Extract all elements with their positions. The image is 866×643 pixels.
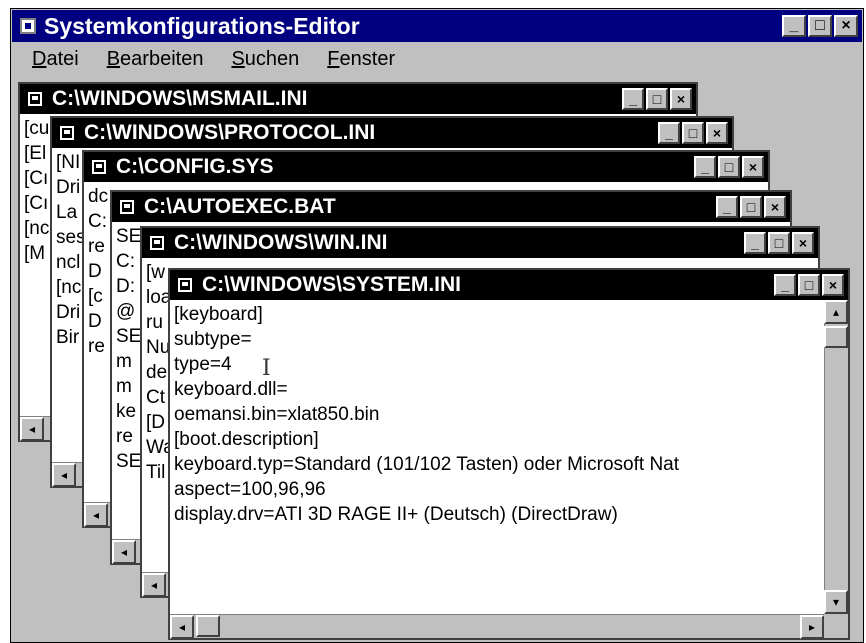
window-titlebar[interactable]: C:\AUTOEXEC.BAT _ □ × bbox=[112, 192, 790, 222]
minimize-button[interactable]: _ bbox=[716, 196, 738, 218]
window-title: C:\CONFIG.SYS bbox=[116, 155, 274, 178]
menubar: Datei Bearbeiten Suchen Fenster bbox=[12, 44, 862, 74]
window-title: C:\WINDOWS\MSMAIL.INI bbox=[52, 87, 308, 110]
window-controls: _ □ × bbox=[714, 196, 786, 218]
close-button[interactable]: × bbox=[822, 274, 844, 296]
app-title: Systemkonfigurations-Editor bbox=[44, 12, 360, 39]
window-controls: _ □ × bbox=[772, 274, 844, 296]
text-line: keyboard.typ=Standard (101/102 Tasten) o… bbox=[174, 454, 680, 475]
window-controls: _ □ × bbox=[656, 122, 728, 144]
close-button[interactable]: × bbox=[706, 122, 728, 144]
app-system-menu-icon[interactable] bbox=[20, 18, 36, 34]
text-line: display.drv=ATI 3D RAGE II+ (Deutsch) (D… bbox=[174, 504, 618, 525]
minimize-button[interactable]: _ bbox=[694, 156, 716, 178]
text-line: aspect=100,96,96 bbox=[174, 479, 326, 500]
window-text-area[interactable]: [keyboard] subtype= type=4 keyboard.dll=… bbox=[170, 300, 824, 614]
scroll-left-button[interactable]: ◂ bbox=[170, 615, 194, 639]
close-button[interactable]: × bbox=[792, 232, 814, 254]
menu-bearbeiten[interactable]: Bearbeiten bbox=[107, 48, 204, 71]
menu-datei[interactable]: Datei bbox=[32, 48, 79, 71]
minimize-button[interactable]: _ bbox=[774, 274, 796, 296]
maximize-button[interactable]: □ bbox=[682, 122, 704, 144]
window-titlebar[interactable]: C:\WINDOWS\MSMAIL.INI _ □ × bbox=[20, 84, 696, 114]
document-icon[interactable] bbox=[178, 278, 192, 292]
text-line: subtype= bbox=[174, 329, 252, 350]
app-titlebar[interactable]: Systemkonfigurations-Editor _ □ × bbox=[12, 10, 862, 42]
window-controls: _ □ × bbox=[692, 156, 764, 178]
window-controls: _ □ × bbox=[742, 232, 814, 254]
app-window-controls: _ □ × bbox=[780, 15, 858, 37]
scroll-left-button[interactable]: ◂ bbox=[20, 417, 44, 441]
app-maximize-button[interactable]: □ bbox=[808, 15, 832, 37]
scroll-left-button[interactable]: ◂ bbox=[84, 503, 108, 527]
vertical-scroll-thumb[interactable] bbox=[824, 326, 848, 348]
window-title: C:\WINDOWS\SYSTEM.INI bbox=[202, 273, 461, 296]
window-title: C:\WINDOWS\PROTOCOL.INI bbox=[84, 121, 376, 144]
close-button[interactable]: × bbox=[742, 156, 764, 178]
text-line: oemansi.bin=xlat850.bin bbox=[174, 404, 380, 425]
vertical-scrollbar[interactable]: ▴ ▾ bbox=[824, 300, 848, 614]
scroll-left-button[interactable]: ◂ bbox=[112, 540, 136, 564]
document-icon[interactable] bbox=[150, 236, 164, 250]
document-icon[interactable] bbox=[92, 160, 106, 174]
maximize-button[interactable]: □ bbox=[768, 232, 790, 254]
text-cursor-icon: I bbox=[262, 356, 271, 381]
window-title: C:\AUTOEXEC.BAT bbox=[144, 195, 336, 218]
text-line: type=4 bbox=[174, 354, 232, 375]
resize-grip[interactable] bbox=[824, 614, 848, 638]
close-button[interactable]: × bbox=[670, 88, 692, 110]
maximize-button[interactable]: □ bbox=[718, 156, 740, 178]
minimize-button[interactable]: _ bbox=[622, 88, 644, 110]
scroll-left-button[interactable]: ◂ bbox=[52, 463, 76, 487]
window-titlebar[interactable]: C:\CONFIG.SYS _ □ × bbox=[84, 152, 768, 182]
text-line: [keyboard] bbox=[174, 304, 263, 325]
horizontal-scroll-thumb[interactable] bbox=[196, 615, 220, 637]
text-line: [boot.description] bbox=[174, 429, 319, 450]
window-title: C:\WINDOWS\WIN.INI bbox=[174, 231, 388, 254]
document-icon[interactable] bbox=[28, 92, 42, 106]
scroll-right-button[interactable]: ▸ bbox=[800, 615, 824, 639]
menu-suchen[interactable]: Suchen bbox=[231, 48, 299, 71]
close-button[interactable]: × bbox=[764, 196, 786, 218]
window-system-ini[interactable]: C:\WINDOWS\SYSTEM.INI _ □ × [keyboard] s… bbox=[168, 268, 850, 640]
window-titlebar[interactable]: C:\WINDOWS\WIN.INI _ □ × bbox=[142, 228, 818, 258]
maximize-button[interactable]: □ bbox=[798, 274, 820, 296]
window-titlebar[interactable]: C:\WINDOWS\SYSTEM.INI _ □ × bbox=[170, 270, 848, 300]
minimize-button[interactable]: _ bbox=[658, 122, 680, 144]
menu-fenster[interactable]: Fenster bbox=[327, 48, 395, 71]
scroll-up-button[interactable]: ▴ bbox=[824, 300, 848, 324]
document-icon[interactable] bbox=[60, 126, 74, 140]
window-controls: _ □ × bbox=[620, 88, 692, 110]
maximize-button[interactable]: □ bbox=[646, 88, 668, 110]
maximize-button[interactable]: □ bbox=[740, 196, 762, 218]
document-icon[interactable] bbox=[120, 200, 134, 214]
window-titlebar[interactable]: C:\WINDOWS\PROTOCOL.INI _ □ × bbox=[52, 118, 732, 148]
text-line: keyboard.dll= bbox=[174, 379, 288, 400]
app-minimize-button[interactable]: _ bbox=[782, 15, 806, 37]
scroll-left-button[interactable]: ◂ bbox=[142, 573, 166, 597]
minimize-button[interactable]: _ bbox=[744, 232, 766, 254]
app-close-button[interactable]: × bbox=[834, 15, 858, 37]
horizontal-scrollbar[interactable]: ◂ ▸ bbox=[170, 614, 824, 639]
scroll-down-button[interactable]: ▾ bbox=[824, 590, 848, 614]
